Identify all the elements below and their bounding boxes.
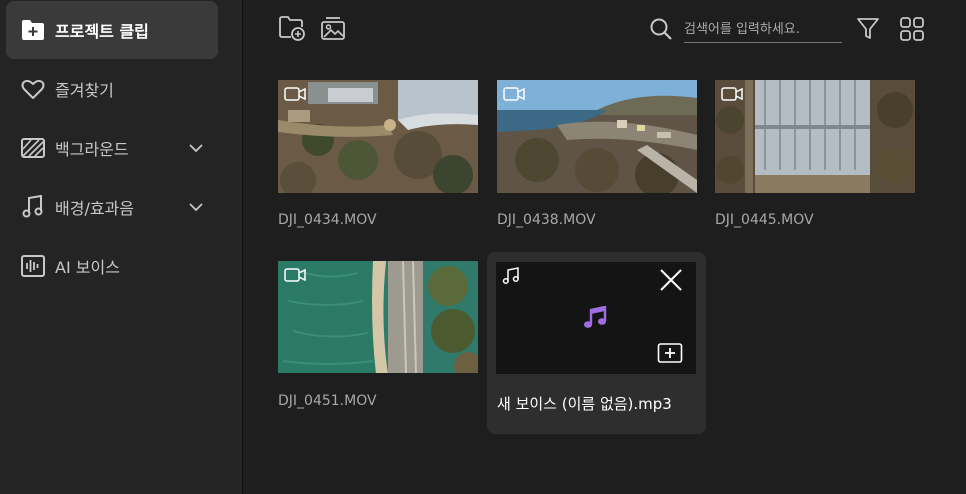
video-thumbnail: [715, 80, 915, 193]
sidebar: 프로젝트 클립 즐겨찾기 백그라운드 배경/효과음 AI 보이스: [0, 0, 243, 494]
sidebar-item-favorites[interactable]: 즐겨찾기: [6, 60, 218, 118]
sidebar-item-ai-voice[interactable]: AI 보이스: [6, 237, 218, 295]
sidebar-item-background[interactable]: 백그라운드: [6, 119, 218, 177]
sidebar-item-label: 즐겨찾기: [55, 81, 114, 100]
folder-add-icon[interactable]: [277, 13, 307, 43]
search-icon[interactable]: [648, 16, 674, 42]
close-icon[interactable]: [659, 268, 683, 292]
clip-name: 새 보이스 (이름 없음).mp3: [497, 395, 672, 413]
sidebar-item-label: 백그라운드: [55, 140, 129, 159]
video-camera-icon: [721, 86, 743, 102]
add-to-timeline-icon[interactable]: [657, 342, 683, 364]
image-gallery-icon[interactable]: [318, 13, 348, 43]
media-card-video[interactable]: DJI_0438.MOV: [497, 80, 697, 240]
video-camera-icon: [284, 267, 306, 283]
media-card-audio[interactable]: 새 보이스 (이름 없음).mp3: [487, 252, 706, 434]
clip-name: DJI_0438.MOV: [497, 212, 596, 228]
video-thumbnail: [278, 261, 478, 373]
media-card-video[interactable]: DJI_0445.MOV: [715, 80, 915, 240]
video-camera-icon: [284, 86, 306, 102]
music-note-accent-icon: [583, 305, 609, 330]
media-card-video[interactable]: DJI_0451.MOV: [278, 261, 478, 421]
sidebar-item-bgm-sfx[interactable]: 배경/효과음: [6, 178, 218, 236]
clip-name: DJI_0434.MOV: [278, 212, 377, 228]
search-input[interactable]: [684, 18, 842, 40]
music-note-icon: [20, 194, 46, 220]
video-thumbnail: [497, 80, 697, 193]
heart-icon: [20, 76, 46, 102]
media-library: DJI_0434.MOV DJI_0438.MOV: [244, 0, 966, 494]
video-camera-icon: [503, 86, 525, 102]
chevron-down-icon[interactable]: [186, 138, 206, 158]
folder-plus-icon: [20, 17, 46, 43]
sidebar-item-label: 배경/효과음: [55, 199, 134, 218]
sidebar-item-label: 프로젝트 클립: [55, 22, 149, 41]
sidebar-item-project-clips[interactable]: 프로젝트 클립: [6, 1, 218, 59]
grid-view-icon[interactable]: [897, 14, 927, 44]
search-box: [648, 14, 842, 46]
search-underline: [684, 42, 842, 43]
filter-icon[interactable]: [853, 14, 883, 44]
music-note-icon: [502, 267, 520, 285]
video-thumbnail: [278, 80, 478, 193]
ai-voice-icon: [20, 253, 46, 279]
clip-name: DJI_0451.MOV: [278, 393, 377, 409]
sidebar-item-label: AI 보이스: [55, 258, 120, 277]
media-card-video[interactable]: DJI_0434.MOV: [278, 80, 478, 240]
clip-name: DJI_0445.MOV: [715, 212, 814, 228]
audio-thumbnail: [496, 262, 696, 374]
background-pattern-icon: [20, 135, 46, 161]
chevron-down-icon[interactable]: [186, 197, 206, 217]
